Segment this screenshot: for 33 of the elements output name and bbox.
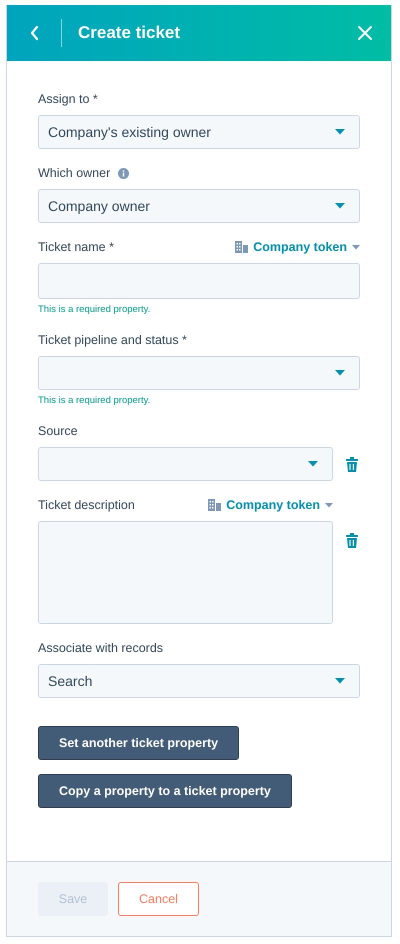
error-message: This is a required property. [38, 304, 152, 316]
action-button[interactable]: Copy a property to a ticket property [38, 774, 292, 808]
error-message: This is a required property. [38, 395, 152, 407]
caret-icon [308, 461, 318, 467]
trash-icon [346, 533, 358, 548]
close-icon [357, 25, 373, 41]
caret-icon [335, 129, 345, 135]
field-label: Ticket description [38, 498, 135, 512]
caret-icon [335, 203, 345, 209]
field-label: Ticket pipeline and status * [38, 333, 187, 347]
dropdown-field[interactable]: Company owner [38, 189, 360, 223]
caret-icon [335, 678, 345, 684]
field-label: Which owner [38, 166, 110, 180]
input-field[interactable] [38, 263, 360, 299]
field-label: Associate with records [38, 641, 164, 655]
field-label: Source [38, 424, 78, 438]
building-icon [235, 241, 248, 253]
caret-icon [352, 244, 360, 250]
dropdown-field[interactable] [38, 447, 333, 481]
field-label: Ticket name * [38, 240, 114, 254]
caret-icon [325, 502, 333, 508]
action-button[interactable]: Set another ticket property [38, 726, 240, 760]
field-label: Assign to * [38, 92, 98, 106]
token-link[interactable]: Company token [235, 240, 360, 254]
dropdown-field[interactable]: Search [38, 664, 360, 698]
token-link[interactable]: Company token [208, 498, 333, 512]
back-icon [30, 25, 40, 41]
dropdown-field[interactable] [38, 356, 360, 390]
panel-title: Create ticket [78, 23, 182, 43]
trash-icon [346, 457, 358, 472]
dropdown-field[interactable]: Company's existing owner [38, 115, 360, 149]
caret-icon [335, 370, 345, 376]
building-icon [208, 499, 222, 511]
